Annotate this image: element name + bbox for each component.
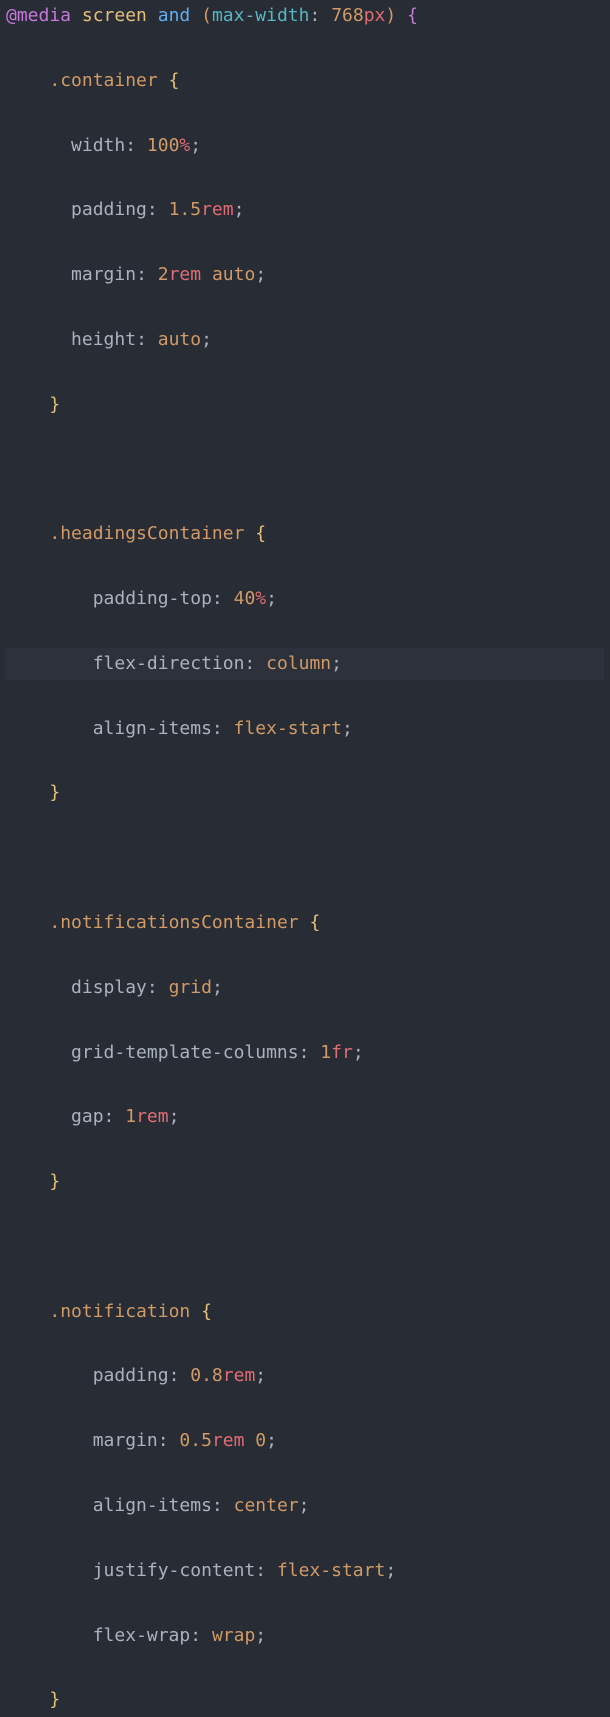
code-line: gap: 1rem; [6, 1101, 604, 1133]
code-line: margin: 0.5rem 0; [6, 1425, 604, 1457]
code-line: flex-wrap: wrap; [6, 1620, 604, 1652]
code-line: } [6, 777, 604, 809]
code-line: padding: 1.5rem; [6, 194, 604, 226]
code-line: padding-top: 40%; [6, 583, 604, 615]
code-line: height: auto; [6, 324, 604, 356]
code-line: .notification { [6, 1296, 604, 1328]
at-rule: @media [6, 5, 71, 26]
code-line: } [6, 1166, 604, 1198]
code-line-highlighted: flex-direction: column; [6, 648, 604, 680]
code-line: } [6, 1684, 604, 1716]
code-line [6, 453, 604, 485]
code-line: @media screen and (max-width: 768px) { [6, 0, 604, 32]
code-block: @media screen and (max-width: 768px) { .… [0, 0, 610, 1717]
code-line: margin: 2rem auto; [6, 259, 604, 291]
code-line: width: 100%; [6, 130, 604, 162]
code-line: align-items: center; [6, 1490, 604, 1522]
code-line: .headingsContainer { [6, 518, 604, 550]
code-line: align-items: flex-start; [6, 713, 604, 745]
code-line: .container { [6, 65, 604, 97]
code-line: .notificationsContainer { [6, 907, 604, 939]
code-line: display: grid; [6, 972, 604, 1004]
code-line: } [6, 389, 604, 421]
code-line [6, 1231, 604, 1263]
code-line: grid-template-columns: 1fr; [6, 1037, 604, 1069]
code-line: justify-content: flex-start; [6, 1555, 604, 1587]
code-line: padding: 0.8rem; [6, 1360, 604, 1392]
code-line [6, 842, 604, 874]
